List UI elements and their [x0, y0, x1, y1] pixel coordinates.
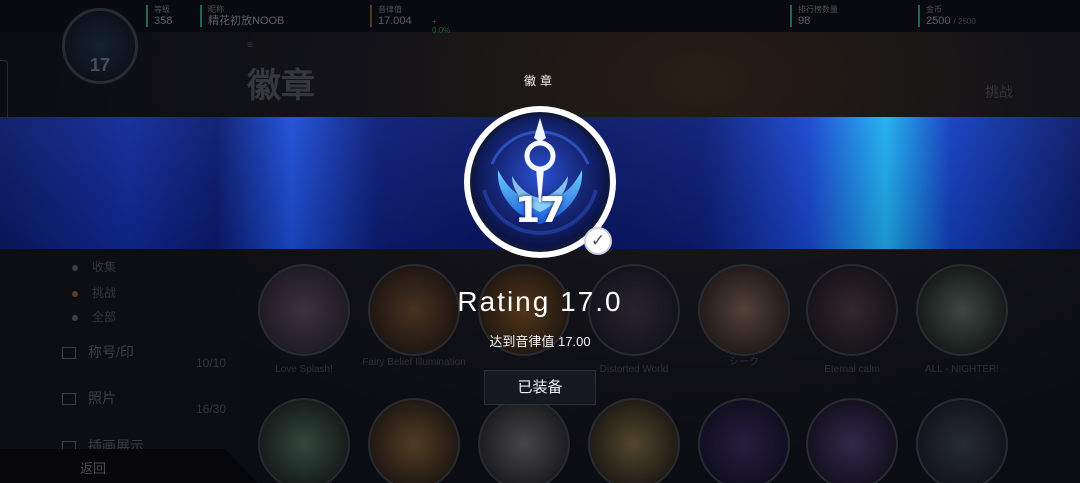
badge-number: 17 — [514, 190, 566, 231]
modal-caption: 徽章 — [523, 74, 556, 88]
badge-title: Rating 17.0 — [457, 286, 623, 317]
equipped-check-icon: ✓ — [584, 227, 612, 255]
badge-description: 达到音律值 17.00 — [489, 334, 591, 349]
equipped-button[interactable]: 已装备 — [484, 370, 596, 405]
